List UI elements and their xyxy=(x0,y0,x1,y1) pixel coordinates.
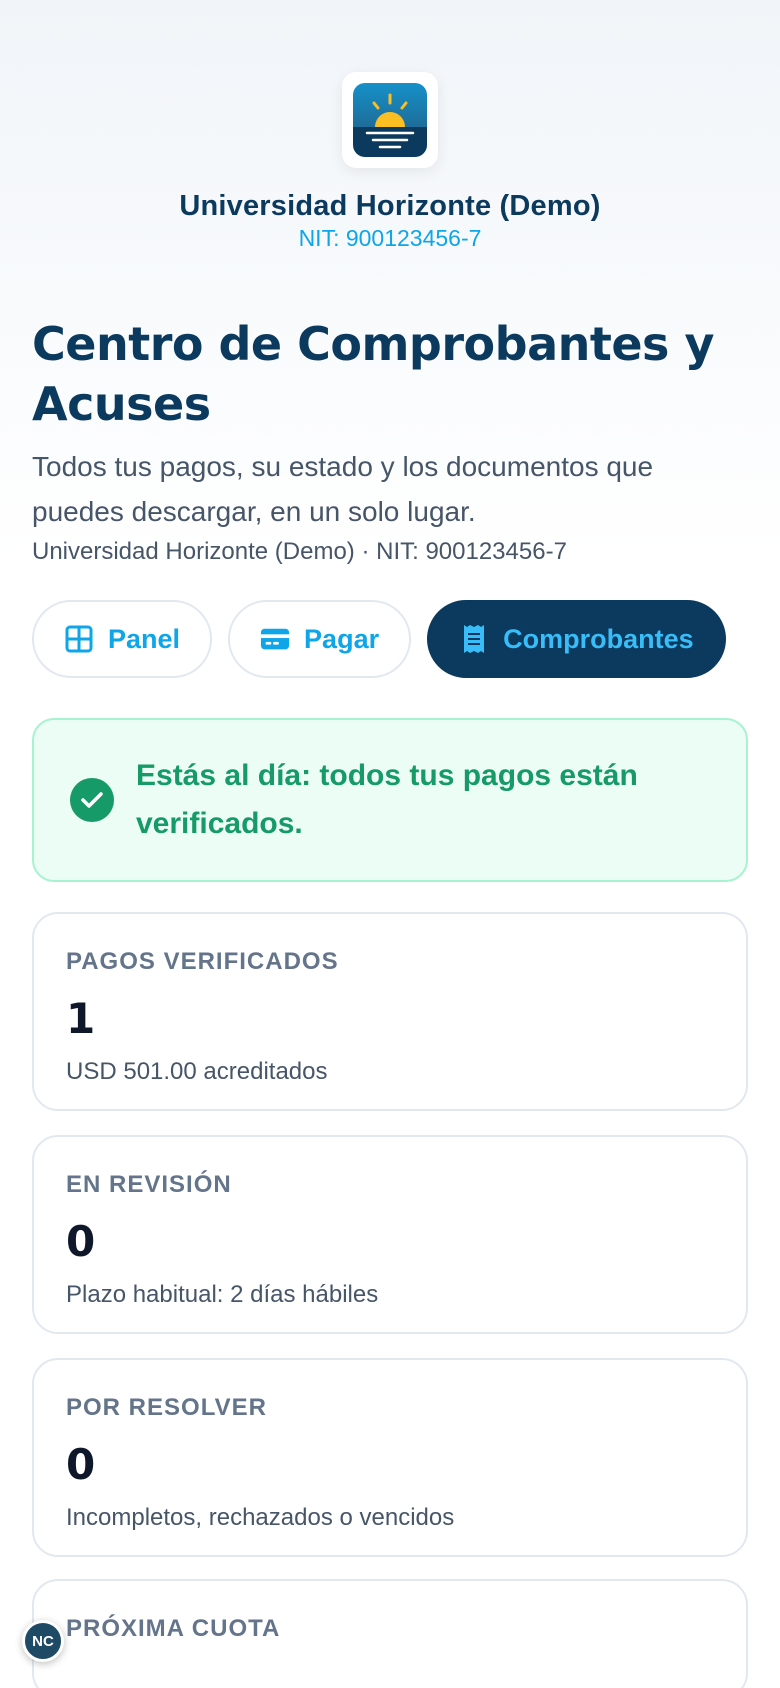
stat-label: EN REVISIÓN xyxy=(66,1171,232,1198)
avatar-initials: NC xyxy=(32,1632,54,1650)
intro-section: Centro de Comprobantes y Acuses Todos tu… xyxy=(0,314,780,566)
stat-note: Incompletos, rechazados o vencidos xyxy=(66,1504,455,1531)
page-title: Centro de Comprobantes y Acuses xyxy=(32,317,714,431)
stat-note: Plazo habitual: 2 días hábiles xyxy=(66,1281,379,1308)
stat-label: PAGOS VERIFICADOS xyxy=(66,948,339,975)
tab-label: Comprobantes xyxy=(503,623,694,654)
tab-comprobantes[interactable]: Comprobantes xyxy=(427,600,726,678)
org-info-line: Universidad Horizonte (Demo) · NIT: 9001… xyxy=(32,538,567,565)
stat-value: 0 xyxy=(66,1217,96,1266)
stat-card-verified: PAGOS VERIFICADOS 1 USD 501.00 acreditad… xyxy=(32,912,748,1111)
org-logo xyxy=(342,72,438,168)
stat-label: POR RESOLVER xyxy=(66,1394,267,1421)
stat-label: PRÓXIMA CUOTA xyxy=(66,1615,281,1642)
stat-value: 1 xyxy=(66,994,96,1043)
check-circle-icon xyxy=(70,778,114,822)
stat-card-to-resolve: POR RESOLVER 0 Incompletos, rechazados o… xyxy=(32,1358,748,1557)
app-header: Universidad Horizonte (Demo) NIT: 900123… xyxy=(0,0,780,252)
user-avatar-button[interactable]: NC xyxy=(22,1620,64,1662)
receipt-icon xyxy=(459,624,489,654)
status-alert: Estás al día: todos tus pagos están veri… xyxy=(32,718,748,882)
tab-panel[interactable]: Panel xyxy=(32,600,213,678)
tab-label: Panel xyxy=(108,623,181,654)
credit-card-icon xyxy=(260,624,290,654)
stat-card-next-installment: PRÓXIMA CUOTA xyxy=(32,1579,748,1688)
stat-card-in-review: EN REVISIÓN 0 Plazo habitual: 2 días háb… xyxy=(32,1135,748,1334)
grid-icon xyxy=(64,624,94,654)
stat-value: 0 xyxy=(66,1440,96,1489)
org-name: Universidad Horizonte (Demo) xyxy=(179,190,601,222)
tab-pagar[interactable]: Pagar xyxy=(228,600,412,678)
sunrise-logo-icon xyxy=(353,83,427,157)
alert-message: Estás al día: todos tus pagos están veri… xyxy=(136,759,638,840)
stat-note: USD 501.00 acreditados xyxy=(66,1058,328,1085)
org-nit: NIT: 900123456-7 xyxy=(298,225,482,251)
page-subtitle: Todos tus pagos, su estado y los documen… xyxy=(32,451,654,527)
tab-label: Pagar xyxy=(304,623,380,654)
section-tabs: Panel Pagar Comprobantes xyxy=(0,600,780,678)
